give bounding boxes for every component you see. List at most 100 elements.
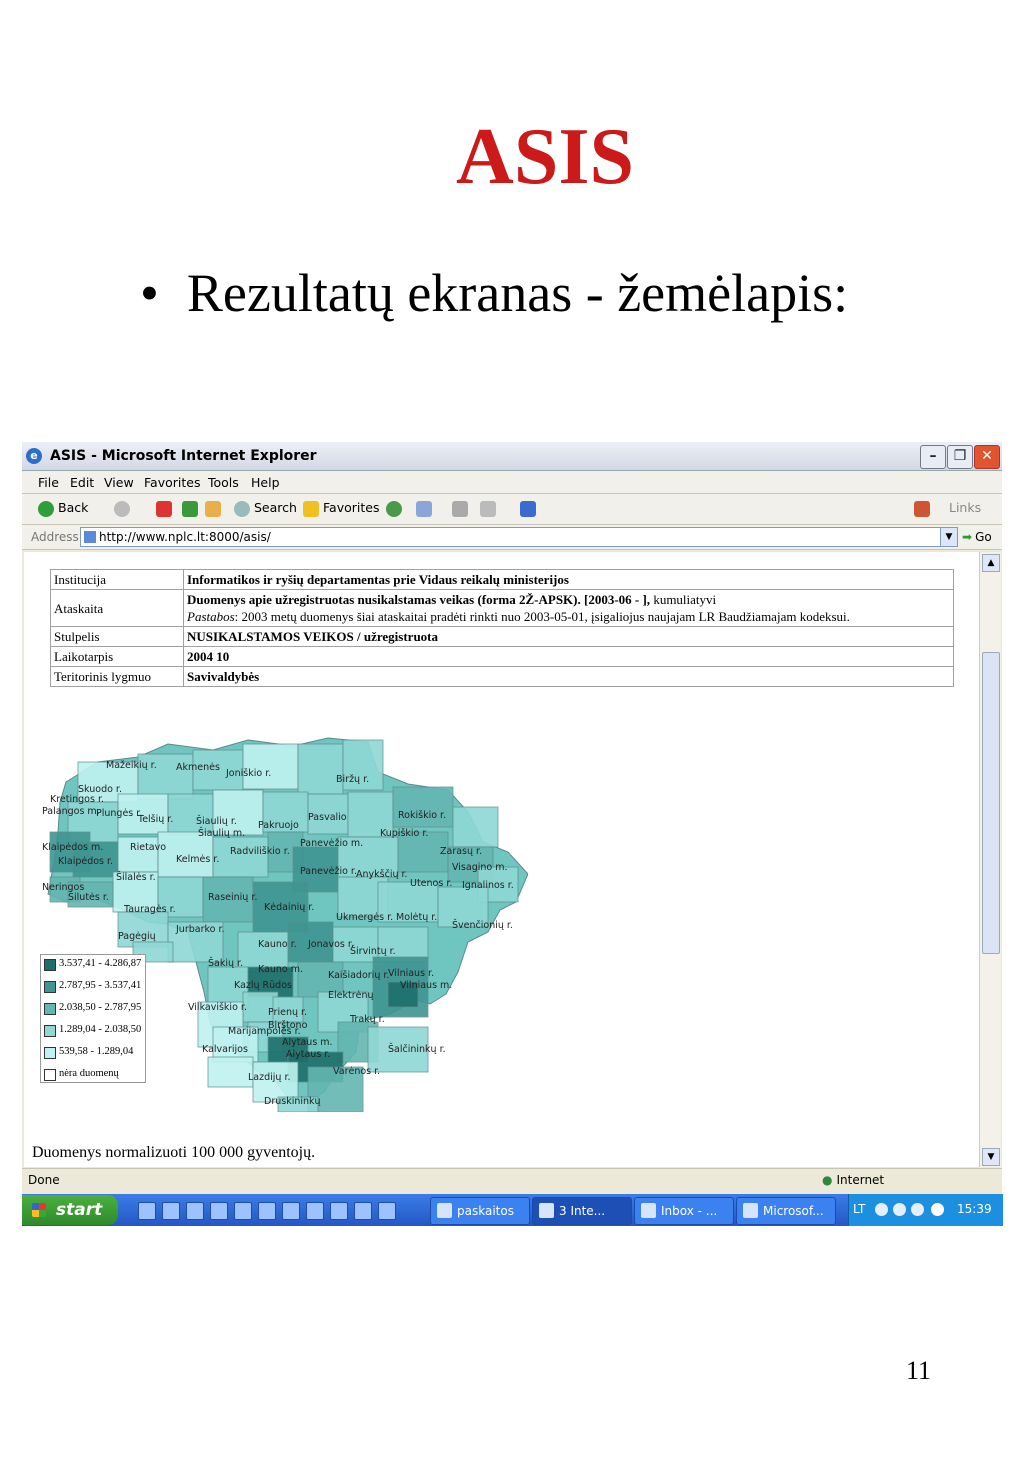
map-region-label: Švenčionių r. [452,919,513,931]
taskbar: start paskaitos 3 Inte... Inbox - ... Mi… [22,1194,1003,1226]
menu-favorites[interactable]: Favorites [144,475,200,490]
map-region-label: Pakruojo [258,820,299,831]
quicklaunch-icon[interactable] [306,1202,324,1220]
address-input[interactable]: http://www.nplc.lt:8000/asis/ ▼ [80,527,958,547]
links-button[interactable]: Links [949,500,981,515]
menu-tools[interactable]: Tools [208,475,239,490]
map-region-label: Šiaulių m. [198,827,245,839]
map-region-label: Kretingos r. [50,794,104,805]
map-region-label: Vilniaus r. [388,968,434,979]
task-paskaitos[interactable]: paskaitos [430,1197,530,1225]
font-size-icon[interactable] [520,501,536,517]
task-microsoft[interactable]: Microsof... [736,1197,836,1225]
stop-icon[interactable] [156,501,172,517]
map-region-label: Vilniaus m. [400,980,452,991]
mail-icon[interactable] [416,501,432,517]
map-region-label: Plungės r. [96,808,142,819]
map-region-label: Mažeikių r. [106,760,157,771]
legend-label: 3.537,41 - 4.286,87 [59,958,142,969]
bullet-text: Rezultatų ekranas - žemėlapis: [186,263,849,323]
menu-edit[interactable]: Edit [70,475,94,490]
language-indicator[interactable]: LT [853,1202,865,1216]
menu-view[interactable]: View [104,475,134,490]
quicklaunch-word-icon[interactable] [234,1202,252,1220]
search-button[interactable]: Search [254,500,297,515]
favorites-star-icon[interactable] [303,501,319,517]
vertical-scrollbar[interactable]: ▲ ▼ [979,552,1001,1167]
history-icon[interactable] [386,501,402,517]
map-region-label: Tauragės r. [123,904,176,915]
maximize-button[interactable]: ❐ [947,445,973,469]
map-region-label: Kazlų Rūdos [234,980,292,991]
edit-icon[interactable] [480,501,496,517]
row-value: Informatikos ir ryšių departamentas prie… [183,569,954,590]
map-region-label: Rietavo [130,842,166,853]
page-viewport: Institucija Informatikos ir ryšių depart… [24,552,979,1167]
back-arrow-icon[interactable] [38,501,54,517]
table-row: Teritorinis lygmuo Savivaldybės [50,666,954,687]
quicklaunch-icon[interactable] [138,1202,156,1220]
title-bar[interactable]: e ASIS - Microsoft Internet Explorer – ❐… [22,442,1002,471]
address-bar: Address http://www.nplc.lt:8000/asis/ ▼ … [22,525,1002,550]
table-row: Stulpelis NUSIKALSTAMOS VEIKOS / užregis… [50,626,954,647]
quicklaunch-icon[interactable] [354,1202,372,1220]
report-title: Duomenys apie užregistruotas nusikalstam… [187,592,651,607]
forward-arrow-icon[interactable] [114,501,130,517]
map-region[interactable] [297,743,344,795]
favorites-button[interactable]: Favorites [323,500,379,515]
map-region-label: Kėdainių r. [264,902,314,913]
map-region[interactable] [212,836,269,878]
tray-icon[interactable] [911,1203,924,1216]
quicklaunch-icon[interactable] [186,1202,204,1220]
table-row: Institucija Informatikos ir ryšių depart… [50,569,954,590]
minimize-button[interactable]: – [920,445,946,469]
quicklaunch-icon[interactable] [330,1202,348,1220]
map-region-label: Panevėžio r. [300,866,357,877]
task-label: paskaitos [457,1204,514,1218]
map-region-label: Kelmės r. [176,854,219,865]
legend-item: 3.537,41 - 4.286,87 [41,955,145,977]
map-region-label: Akmenės [176,762,220,773]
status-bar: Done Internet [22,1168,1002,1191]
task-inbox[interactable]: Inbox - ... [634,1197,734,1225]
quicklaunch-icon[interactable] [210,1202,228,1220]
panda-icon[interactable] [931,1203,944,1216]
map-region[interactable] [392,786,454,828]
map-region-label: Trakų r. [349,1014,385,1025]
map-region-label: Kauno r. [258,939,297,950]
address-dropdown-icon[interactable]: ▼ [940,528,957,546]
legend-label: 1.289,04 - 2.038,50 [59,1024,142,1035]
scroll-up-icon[interactable]: ▲ [982,554,1000,572]
close-button[interactable]: ✕ [974,445,1000,469]
map-region-label: Ignalinos r. [462,880,514,891]
legend-item: 2.038,50 - 2.787,95 [41,999,145,1021]
map-region-label: Šalčininkų r. [388,1043,446,1055]
go-button[interactable]: Go [962,530,992,544]
scroll-thumb[interactable] [982,652,1000,954]
home-icon[interactable] [205,501,221,517]
map-region[interactable] [242,743,299,790]
row-key: Teritorinis lygmuo [50,666,184,687]
back-button[interactable]: Back [58,500,88,515]
legend-swatch [44,1069,56,1081]
task-internet-explorer[interactable]: 3 Inte... [532,1197,632,1225]
scroll-down-icon[interactable]: ▼ [982,1148,1000,1166]
menu-file[interactable]: File [38,475,59,490]
note-label: Pastabos [187,609,235,624]
start-button[interactable]: start [22,1195,118,1225]
quicklaunch-icon[interactable] [258,1202,276,1220]
task-label: Microsof... [763,1204,824,1218]
map-region[interactable] [452,806,499,848]
quicklaunch-excel-icon[interactable] [282,1202,300,1220]
print-icon[interactable] [452,501,468,517]
map-region[interactable] [207,1056,254,1088]
quicklaunch-ie-icon[interactable] [162,1202,180,1220]
menu-help[interactable]: Help [251,475,280,490]
pdf-icon[interactable] [914,501,930,517]
tray-icon[interactable] [893,1203,906,1216]
refresh-icon[interactable] [182,501,198,517]
slide-title: ASIS [456,113,634,201]
quicklaunch-icon[interactable] [378,1202,396,1220]
tray-icon[interactable] [875,1203,888,1216]
search-icon[interactable] [234,501,250,517]
